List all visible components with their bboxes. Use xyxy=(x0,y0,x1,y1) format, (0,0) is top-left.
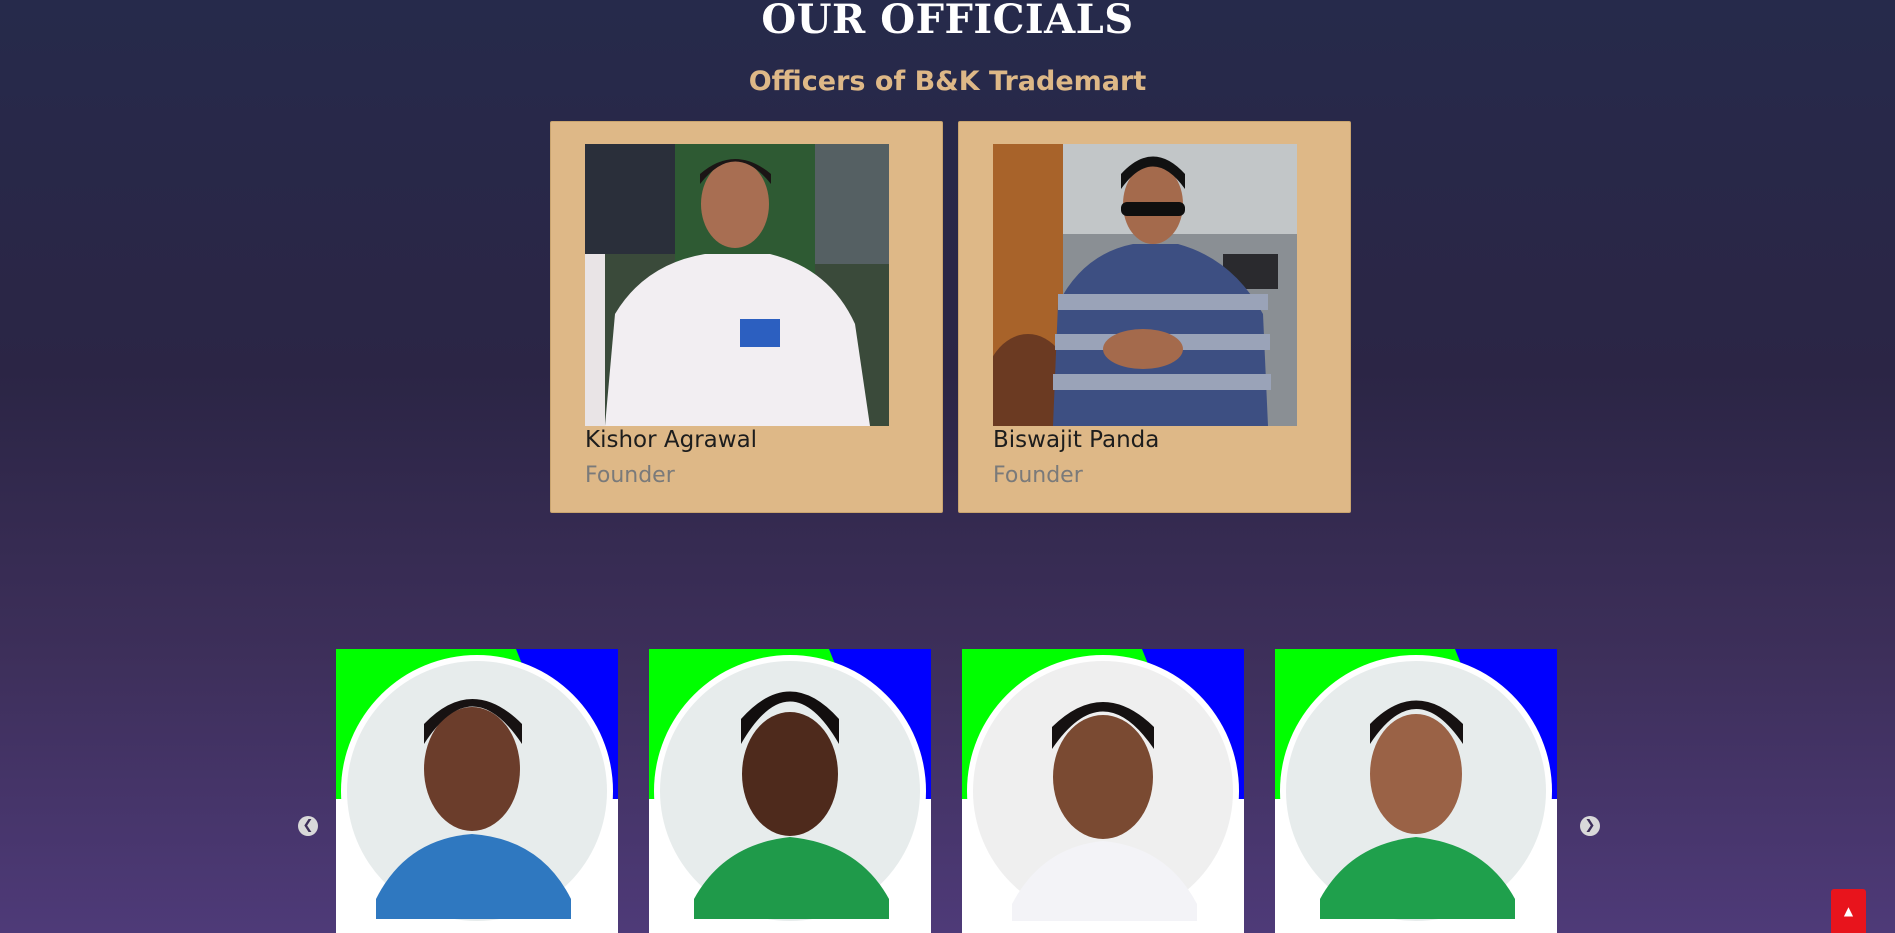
staff-card[interactable] xyxy=(336,649,618,933)
staff-photo xyxy=(962,649,1244,933)
official-photo xyxy=(993,144,1297,426)
official-role: Founder xyxy=(585,463,675,488)
staff-photo xyxy=(1275,649,1557,933)
staff-card[interactable] xyxy=(1275,649,1557,933)
staff-card[interactable] xyxy=(962,649,1244,933)
official-card: Kishor Agrawal Founder xyxy=(550,121,943,513)
caret-up-icon: ▲ xyxy=(1843,904,1854,918)
section-subtitle: Officers of B&K Trademart xyxy=(748,66,1147,97)
section-title: OUR OFFICIALS xyxy=(761,0,1134,43)
official-name: Kishor Agrawal xyxy=(585,427,758,453)
official-role: Founder xyxy=(993,463,1083,488)
scroll-to-top-button[interactable]: ▲ xyxy=(1831,889,1866,933)
staff-photo xyxy=(336,649,618,933)
staff-carousel xyxy=(0,649,1895,933)
official-name: Biswajit Panda xyxy=(993,427,1160,453)
staff-card[interactable] xyxy=(649,649,931,933)
official-card: Biswajit Panda Founder xyxy=(958,121,1351,513)
official-photo xyxy=(585,144,889,426)
staff-photo xyxy=(649,649,931,933)
